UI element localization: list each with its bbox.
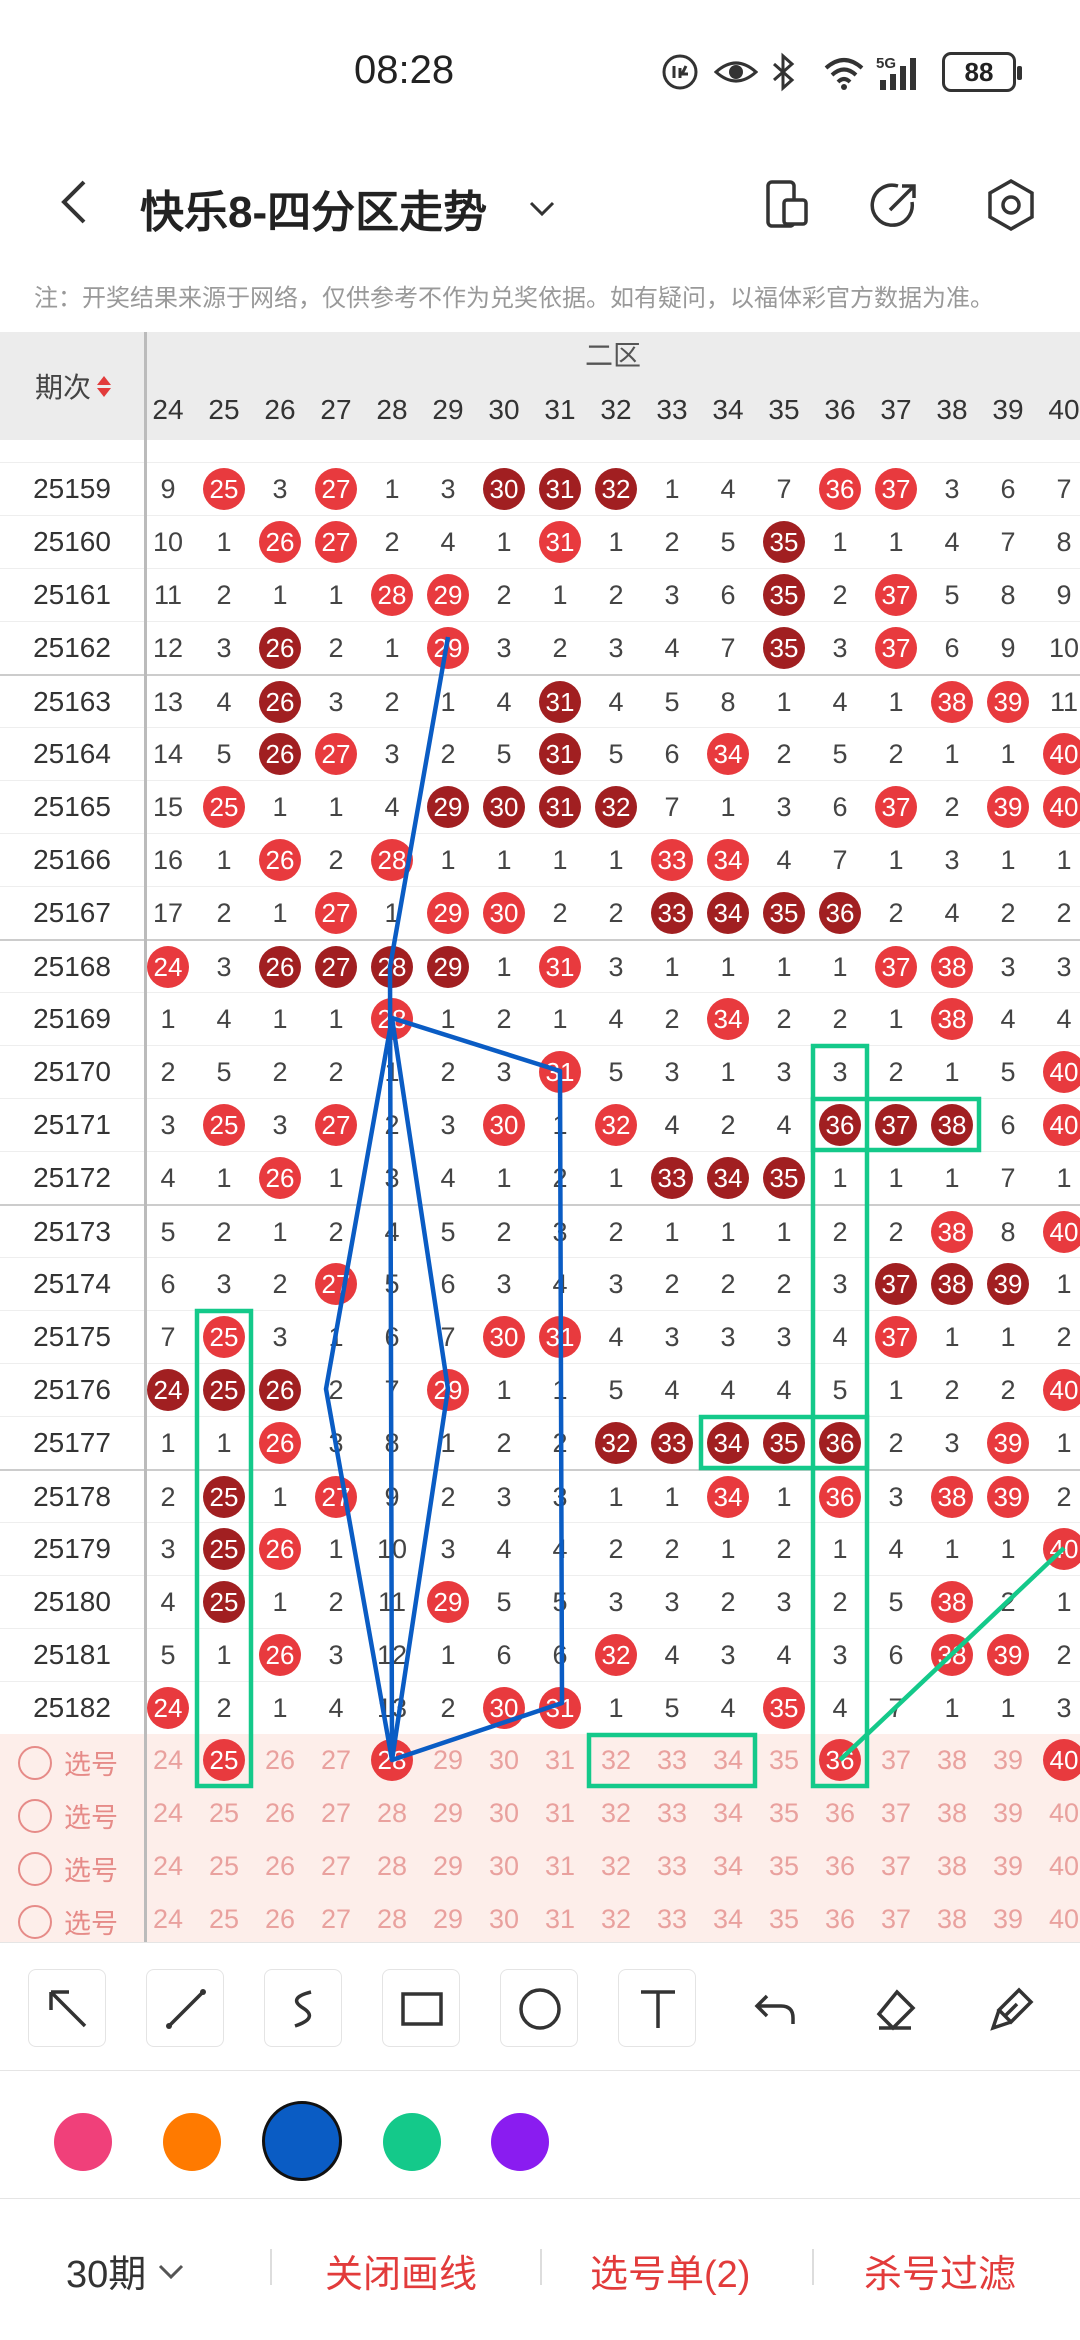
status-bar: 08:28 5G 88 <box>0 0 1080 150</box>
app-bar: 快乐8-四分区走势 <box>0 150 1080 260</box>
pick-list-button[interactable]: 选号单(2) <box>590 2243 750 2298</box>
arrow-tool[interactable] <box>28 1969 106 2047</box>
disclaimer-note: 注：开奖结果来源于网络，仅供参考不作为兑奖依据。如有疑问，以福体彩官方数据为准。 <box>34 285 994 312</box>
page-title: 快乐8-四分区走势 <box>140 188 488 237</box>
wifi-icon <box>822 52 864 92</box>
eraser-tool[interactable] <box>854 1969 932 2047</box>
swatch-green[interactable] <box>383 2113 441 2171</box>
data-saver-icon <box>660 52 700 92</box>
green-box-col25[interactable] <box>194 1308 254 1789</box>
eye-icon <box>713 52 759 92</box>
divider <box>812 2249 814 2285</box>
line-tool[interactable] <box>146 1969 224 2047</box>
share-icon[interactable] <box>866 176 924 234</box>
battery-icon: 88 <box>942 52 1022 92</box>
text-tool[interactable] <box>618 1969 696 2047</box>
trend-grid[interactable]: 期次 二区 24 25 26 27 28 29 30 31 32 33 34 35 36 37 38 39 40… <box>0 332 1080 1942</box>
device-icon[interactable] <box>758 176 816 234</box>
bluetooth-icon <box>768 52 808 92</box>
green-box-row25177[interactable] <box>698 1414 870 1471</box>
period-selector[interactable]: 30期 <box>66 2243 186 2298</box>
drawing-layer[interactable] <box>0 332 1080 1942</box>
swatch-blue-selected[interactable] <box>262 2101 342 2181</box>
bottom-bar: 30期 关闭画线 选号单(2) 杀号过滤 <box>0 2198 1080 2340</box>
color-picker <box>0 2070 1080 2198</box>
swatch-orange[interactable] <box>163 2113 221 2171</box>
period-selector-label: 30期 <box>66 2254 147 2296</box>
drawing-toolbar <box>0 1942 1080 2070</box>
green-box-picks[interactable] <box>586 1732 758 1789</box>
swatch-pink[interactable] <box>54 2113 112 2171</box>
rectangle-tool[interactable] <box>382 1969 460 2047</box>
divider <box>270 2249 272 2285</box>
chevron-down-icon <box>159 2264 184 2279</box>
network-label: 5G <box>876 55 896 72</box>
close-lines-button[interactable]: 关闭画线 <box>325 2243 477 2298</box>
status-time: 08:28 <box>354 48 455 92</box>
green-box-row25171[interactable] <box>810 1096 982 1153</box>
kill-filter-button[interactable]: 杀号过滤 <box>864 2243 1016 2298</box>
clear-tool[interactable] <box>972 1969 1050 2047</box>
status-icons: 5G 88 <box>660 52 1022 92</box>
blue-trend-line[interactable] <box>323 636 565 1763</box>
divider <box>540 2249 542 2285</box>
battery-level: 88 <box>964 56 994 87</box>
title-dropdown[interactable]: 快乐8-四分区走势 <box>140 176 559 240</box>
freehand-tool[interactable] <box>264 1969 342 2047</box>
undo-tool[interactable] <box>736 1969 814 2047</box>
settings-icon[interactable] <box>982 176 1040 234</box>
circle-tool[interactable] <box>500 1969 578 2047</box>
green-line[interactable] <box>838 1546 1066 1762</box>
chevron-down-icon <box>525 191 559 225</box>
signal-icon: 5G <box>876 52 928 92</box>
back-icon[interactable] <box>48 172 108 232</box>
swatch-purple[interactable] <box>491 2113 549 2171</box>
